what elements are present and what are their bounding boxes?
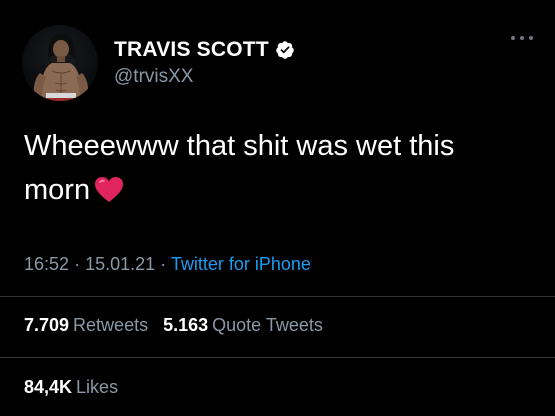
tweet-text-line-1: Wheeewww that shit was wet this xyxy=(24,130,455,162)
verified-badge-icon xyxy=(275,40,295,60)
tweet-meta: 16:52 · 15.01.21 · Twitter for iPhone xyxy=(24,254,311,275)
display-name[interactable]: TRAVIS SCOTT xyxy=(114,38,269,62)
retweets-count: 7.709 xyxy=(24,315,70,335)
avatar[interactable] xyxy=(22,25,98,101)
retweets-stat[interactable]: 7.709 Retweets xyxy=(24,315,148,335)
meta-separator: · xyxy=(74,254,81,274)
tweet-time[interactable]: 16:52 xyxy=(24,254,69,274)
heart-emoji-icon xyxy=(94,172,124,202)
avatar-image xyxy=(22,25,98,101)
tweet-header: TRAVIS SCOTT @trvisXX xyxy=(22,18,295,108)
quote-tweets-label: Quote Tweets xyxy=(212,315,323,335)
likes-label: Likes xyxy=(76,377,119,397)
quote-tweets-count: 5.163 xyxy=(163,315,209,335)
more-options-icon[interactable] xyxy=(511,32,533,44)
quote-tweets-stat[interactable]: 5.163 Quote Tweets xyxy=(163,315,323,335)
tweet-source-link[interactable]: Twitter for iPhone xyxy=(171,254,311,274)
tweet-text-word: morn xyxy=(24,174,91,206)
more-dot xyxy=(520,36,524,40)
tweet-text-line-2: morn xyxy=(24,168,524,212)
name-row: TRAVIS SCOTT xyxy=(114,38,295,62)
likes-stat[interactable]: 84,4K Likes xyxy=(24,377,118,397)
likes-stats: 84,4K Likes xyxy=(24,377,128,398)
tweet-card: TRAVIS SCOTT @trvisXX Wheeewww that shit… xyxy=(0,0,555,416)
more-dot xyxy=(529,36,533,40)
divider xyxy=(0,296,555,297)
meta-separator: · xyxy=(160,254,167,274)
likes-count: 84,4K xyxy=(24,377,73,397)
author-info: TRAVIS SCOTT @trvisXX xyxy=(114,38,295,88)
more-dot xyxy=(511,36,515,40)
user-handle[interactable]: @trvisXX xyxy=(114,66,295,88)
divider xyxy=(0,357,555,358)
retweets-label: Retweets xyxy=(73,315,149,335)
tweet-text: Wheeewww that shit was wet this morn xyxy=(24,124,524,212)
engagement-stats: 7.709 Retweets 5.163 Quote Tweets xyxy=(24,315,333,336)
tweet-date[interactable]: 15.01.21 xyxy=(85,254,155,274)
